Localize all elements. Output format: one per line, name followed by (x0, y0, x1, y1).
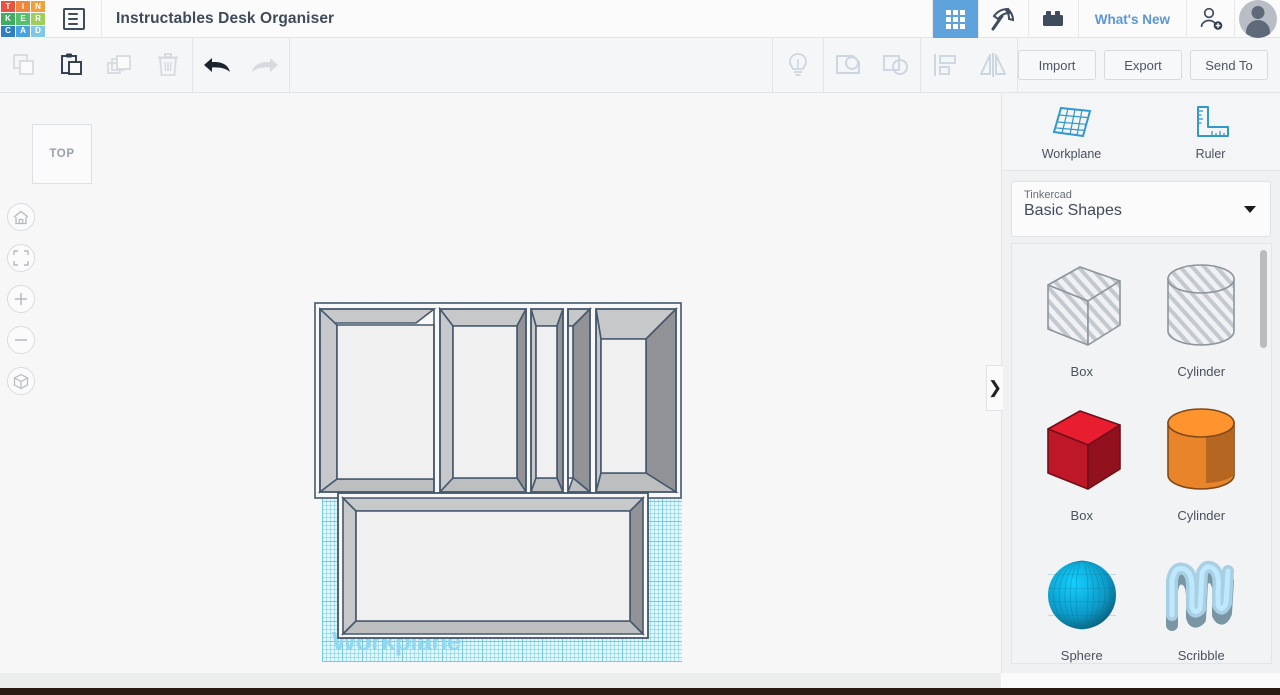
top-nav: What's New (931, 0, 1280, 38)
account-avatar-button[interactable] (1234, 0, 1280, 38)
hint-lightbulb-button[interactable] (773, 38, 823, 93)
undo-button[interactable] (193, 38, 241, 93)
ruler-icon (1196, 105, 1229, 137)
collapse-panel-button[interactable]: ❯ (986, 365, 1003, 411)
align-icon (934, 54, 956, 76)
library-selected-value: Basic Shapes (1024, 202, 1122, 219)
lightbulb-icon (789, 53, 807, 76)
box-thumbnail-icon (1034, 261, 1130, 358)
shapes-scrollbar-thumb[interactable] (1260, 250, 1267, 348)
shape-item-label: Cylinder (1177, 364, 1226, 379)
ungroup-button[interactable] (872, 38, 920, 93)
duplicate-icon (107, 55, 131, 74)
logo-tile-k: K (1, 13, 15, 25)
scribble-thumbnail-icon (1158, 553, 1244, 642)
nav-design-button[interactable] (977, 0, 1028, 38)
shape-library-select[interactable]: Tinkercad Basic Shapes (1011, 181, 1271, 237)
copy-icon (13, 54, 34, 75)
workplane-tool[interactable]: Workplane (1002, 103, 1141, 161)
project-list-button[interactable] (46, 0, 102, 37)
tinkercad-app: TIN KER CAD Instructables Desk Organiser W… (0, 0, 1280, 688)
avatar (1238, 0, 1277, 38)
3d-viewport[interactable]: TOP Workplane (0, 93, 1001, 673)
nav-gallery-button[interactable] (931, 0, 978, 38)
workplane-tool-label: Workplane (1041, 146, 1102, 161)
align-button[interactable] (921, 38, 969, 93)
ruler-tool[interactable]: Ruler (1141, 103, 1280, 161)
delete-button[interactable] (144, 38, 192, 93)
grid-apps-icon (945, 9, 965, 29)
shapes-list[interactable]: Box Cylinder Box Cylinder Sphere Scribble (1011, 243, 1272, 664)
logo-tile-d: D (31, 25, 45, 37)
logo-tile-i: I (16, 1, 30, 13)
cylinder-thumbnail-icon (1160, 261, 1242, 358)
logo-tile-c: C (1, 25, 15, 37)
shape-item-label: Scribble (1177, 648, 1225, 663)
hammer-pick-icon (991, 7, 1015, 31)
mirror-icon (980, 53, 1006, 77)
shape-item-label: Box (1070, 508, 1093, 523)
undo-arrow-icon (204, 58, 230, 72)
library-group-label: Tinkercad (1024, 189, 1072, 201)
group-icon (836, 55, 860, 74)
copy-button[interactable] (0, 38, 48, 93)
top-bar: TIN KER CAD Instructables Desk Organiser W… (0, 0, 1280, 38)
workplane-icon (1052, 106, 1091, 137)
logo-tile-r: R (31, 13, 45, 25)
panel-tools-row: Workplane Ruler (1002, 93, 1280, 171)
paste-icon (61, 53, 82, 75)
mirror-button[interactable] (969, 38, 1017, 93)
viewport-bottom-strip (0, 673, 1001, 688)
nav-blocks-button[interactable] (1027, 0, 1078, 38)
brick-blocks-icon (1043, 11, 1064, 26)
sphere-thumbnail-icon (1040, 553, 1124, 642)
shape-item-box-hole[interactable]: Box (1022, 250, 1142, 390)
shape-item-cylinder-hole[interactable]: Cylinder (1142, 250, 1262, 390)
invite-user-button[interactable] (1186, 0, 1234, 38)
ungroup-icon (883, 55, 908, 75)
right-panel: ❯ Workplane Ruler Tinkercad Basic Shapes… (986, 93, 1280, 673)
cylinder-thumbnail-icon (1160, 405, 1242, 502)
paste-button[interactable] (48, 38, 96, 93)
logo-tile-e: E (16, 13, 30, 25)
redo-arrow-icon (252, 58, 278, 72)
group-button[interactable] (824, 38, 872, 93)
shape-item-label: Sphere (1060, 648, 1103, 663)
shape-item-scribble-solid[interactable]: Scribble (1142, 538, 1262, 663)
page-title: Instructables Desk Organiser (116, 9, 335, 27)
import-button[interactable]: Import (1018, 50, 1096, 80)
logo-tile-t: T (1, 1, 15, 13)
send-to-button[interactable]: Send To (1190, 50, 1268, 80)
list-icon (62, 7, 85, 30)
logo-tile-a: A (16, 25, 30, 37)
shape-item-label: Box (1070, 364, 1093, 379)
desk-organiser-model[interactable]: .ol { stroke:#46586e; stroke-width:1.6; … (0, 93, 1001, 673)
chevron-down-icon (1244, 206, 1256, 213)
tinkercad-logo[interactable]: TIN KER CAD (0, 0, 46, 38)
shape-item-cylinder-solid[interactable]: Cylinder (1142, 394, 1262, 534)
whats-new-link[interactable]: What's New (1077, 0, 1186, 38)
add-user-icon (1200, 7, 1222, 30)
shape-item-label: Cylinder (1177, 508, 1226, 523)
export-button[interactable]: Export (1104, 50, 1182, 80)
shape-item-sphere-solid[interactable]: Sphere (1022, 538, 1142, 663)
redo-button[interactable] (241, 38, 289, 93)
ruler-tool-label: Ruler (1195, 146, 1226, 161)
box-thumbnail-icon (1034, 405, 1130, 502)
logo-tile-n: N (31, 1, 45, 13)
edit-toolbar: Import Export Send To (0, 37, 1280, 93)
shapes-scrollbar-track[interactable] (1260, 247, 1269, 662)
duplicate-button[interactable] (96, 38, 144, 93)
shape-item-box-solid[interactable]: Box (1022, 394, 1142, 534)
trash-icon (158, 53, 178, 76)
